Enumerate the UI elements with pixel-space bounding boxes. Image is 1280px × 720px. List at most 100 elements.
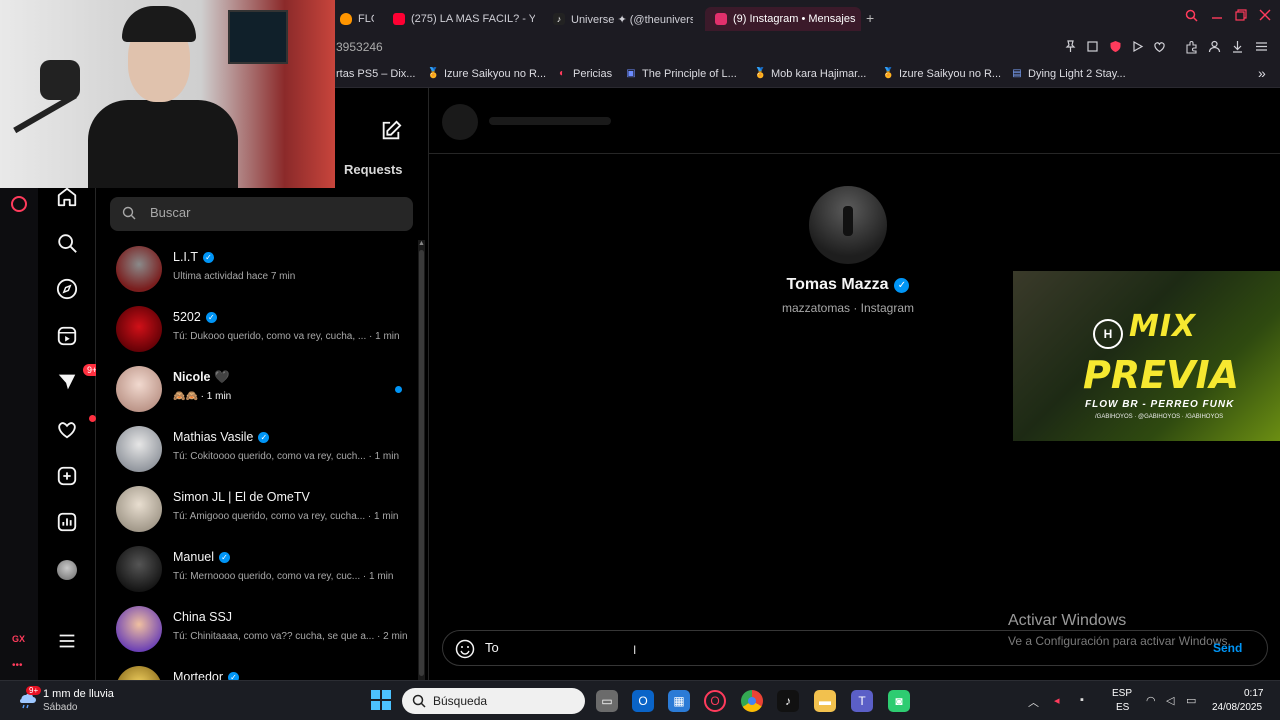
conversation-name: Simon JL | El de OmeTV bbox=[173, 490, 310, 504]
menu-icon[interactable] bbox=[1255, 40, 1268, 56]
conversation-item[interactable]: Simon JL | El de OmeTV Tú: Amigooo queri… bbox=[116, 478, 416, 538]
file-explorer-icon[interactable]: ▬ bbox=[814, 690, 836, 712]
send-button[interactable]: Send bbox=[1213, 641, 1242, 655]
messages-icon[interactable]: 9+ bbox=[55, 364, 102, 394]
taskbar-search-label: Búsqueda bbox=[433, 694, 488, 708]
bookmark-item[interactable]: ▣ The Principle of L... bbox=[625, 68, 737, 80]
search-input[interactable] bbox=[150, 205, 400, 220]
task-view-icon[interactable]: ▭ bbox=[596, 690, 618, 712]
unread-dot bbox=[395, 386, 402, 393]
conversation-item[interactable]: China SSJ Tú: Chinitaaaa, como va?? cuch… bbox=[116, 598, 416, 658]
browser-tab-youtube[interactable]: (275) LA MAS FACIL? - Yo bbox=[393, 8, 535, 30]
conversation-item[interactable]: Manuel ✓ Tú: Mernoooo querido, como va re… bbox=[116, 538, 416, 598]
download-icon[interactable] bbox=[1231, 40, 1244, 56]
clock-time[interactable]: 0:17 bbox=[1244, 688, 1263, 699]
clock-date[interactable]: 24/08/2025 bbox=[1212, 702, 1262, 713]
tiktok-app-icon[interactable]: ♪ bbox=[777, 690, 799, 712]
show-hidden-icons-chevron-icon[interactable]: ︿ bbox=[1028, 694, 1039, 710]
conversation-item[interactable]: Mathias Vasile ✓ Tú: Cokitoooo querido, c… bbox=[116, 418, 416, 478]
browser-tab-tiktok[interactable]: ♪ Universe ✦ (@theuniverse bbox=[553, 8, 693, 30]
tab-label: FLO bbox=[358, 13, 374, 25]
dashboard-icon[interactable] bbox=[55, 510, 79, 534]
close-icon[interactable] bbox=[1259, 9, 1271, 24]
notifications-heart-icon[interactable] bbox=[55, 415, 96, 441]
tab-label: (9) Instagram • Mensajes bbox=[733, 13, 856, 25]
volume-icon[interactable]: ◁ bbox=[1166, 694, 1174, 707]
conversation-name: Manuel bbox=[173, 550, 214, 564]
conversation-name: Nicole 🖤 bbox=[173, 370, 230, 384]
windows-start-icon[interactable] bbox=[371, 690, 391, 710]
weather-day: Sábado bbox=[43, 702, 78, 713]
gx-sidebar: GX ••• bbox=[0, 188, 38, 680]
reels-icon[interactable] bbox=[55, 324, 79, 348]
scroll-up-arrow-icon[interactable]: ▲ bbox=[418, 240, 425, 248]
tray-app-icon[interactable]: ▪ bbox=[1080, 694, 1084, 706]
pin-icon[interactable] bbox=[1064, 40, 1077, 56]
conversation-item[interactable]: 5202 ✓ Tú: Dukooo querido, como va rey, c… bbox=[116, 298, 416, 358]
bookmark-item[interactable]: ◐ Pericias bbox=[556, 68, 612, 80]
avatar bbox=[116, 426, 162, 472]
opera-gx-icon[interactable]: O bbox=[704, 690, 726, 712]
bookmark-item[interactable]: rtas PS5 – Dix... bbox=[336, 68, 415, 80]
search-icon[interactable] bbox=[55, 231, 79, 255]
bookmark-item[interactable]: 🏅 Izure Saikyou no R... bbox=[882, 68, 1001, 80]
keyboard-layout-label[interactable]: ES bbox=[1116, 702, 1129, 713]
compose-icon[interactable] bbox=[380, 120, 402, 142]
play-icon[interactable] bbox=[1131, 40, 1144, 56]
conversation-item[interactable]: Mortedor ✓ bbox=[116, 658, 416, 680]
header-avatar-placeholder bbox=[442, 104, 478, 140]
conversation-item[interactable]: Nicole 🖤 🙈🙈 · 1 min bbox=[116, 358, 416, 418]
taskbar-search[interactable]: Búsqueda bbox=[402, 688, 585, 714]
bookmark-item[interactable]: ▤ Dying Light 2 Stay... bbox=[1011, 68, 1125, 80]
profile-avatar[interactable] bbox=[57, 560, 77, 580]
gx-tray-icon[interactable]: ◂ bbox=[1054, 694, 1060, 707]
conversation-preview: Última actividad hace 7 min bbox=[173, 271, 296, 282]
hamburger-menu-icon[interactable] bbox=[55, 629, 79, 653]
profile-picture[interactable] bbox=[809, 186, 887, 264]
browser-tab-1[interactable]: FLO bbox=[340, 8, 374, 30]
chrome-icon[interactable] bbox=[741, 690, 763, 712]
snapshot-icon[interactable] bbox=[1086, 40, 1099, 56]
bookmark-item[interactable]: 🏅 Izure Saikyou no R... bbox=[427, 68, 546, 80]
requests-link[interactable]: Requests bbox=[344, 162, 403, 177]
shield-icon[interactable] bbox=[1109, 40, 1122, 56]
scrollbar-thumb[interactable] bbox=[419, 250, 424, 676]
activate-windows-title: Activar Windows bbox=[1008, 612, 1127, 629]
new-tab-button[interactable]: + bbox=[866, 10, 874, 26]
more-icon[interactable]: ••• bbox=[12, 660, 23, 671]
browser-tab-instagram[interactable]: (9) Instagram • Mensajes bbox=[705, 7, 861, 31]
history-icon[interactable] bbox=[11, 196, 27, 212]
conversation-list: L.I.T ✓ Última actividad hace 7 min 5202 ✓… bbox=[96, 238, 418, 680]
gx-control-label[interactable]: GX bbox=[12, 634, 25, 644]
minimize-icon[interactable] bbox=[1211, 9, 1223, 24]
android-app-icon[interactable]: ◙ bbox=[888, 690, 910, 712]
url-text[interactable]: 3953246 bbox=[336, 40, 383, 54]
restore-icon[interactable] bbox=[1235, 9, 1247, 24]
weather-text[interactable]: 1 mm de lluvia bbox=[43, 688, 114, 700]
more-bookmarks-button[interactable]: » bbox=[1258, 65, 1266, 81]
outlook-icon[interactable]: O bbox=[632, 690, 654, 712]
battery-icon[interactable]: ▭ bbox=[1186, 694, 1196, 707]
inbox-search[interactable] bbox=[110, 197, 413, 231]
avatar bbox=[116, 246, 162, 292]
search-tabs-icon[interactable] bbox=[1185, 9, 1198, 25]
teams-icon[interactable]: T bbox=[851, 690, 873, 712]
wifi-icon[interactable]: ◠ bbox=[1146, 694, 1156, 707]
create-icon[interactable] bbox=[55, 464, 79, 488]
message-input[interactable] bbox=[485, 640, 1165, 655]
layers-icon: ▤ bbox=[1012, 68, 1022, 79]
heart-icon[interactable] bbox=[1153, 40, 1166, 56]
bookmark-item[interactable]: 🏅 Mob kara Hajimar... bbox=[754, 68, 866, 80]
avatar bbox=[116, 546, 162, 592]
extensions-icon[interactable] bbox=[1185, 40, 1199, 57]
store-icon[interactable]: ▦ bbox=[668, 690, 690, 712]
home-icon[interactable] bbox=[55, 185, 79, 209]
account-icon[interactable] bbox=[1208, 40, 1221, 56]
conversation-item[interactable]: L.I.T ✓ Última actividad hace 7 min bbox=[116, 238, 416, 298]
language-label[interactable]: ESP bbox=[1112, 688, 1132, 699]
message-composer[interactable]: Send bbox=[442, 630, 1268, 666]
explore-icon[interactable] bbox=[55, 277, 79, 301]
profile-name-text: Tomas Mazza bbox=[786, 276, 889, 293]
emoji-icon[interactable] bbox=[455, 639, 475, 659]
instagram-icon bbox=[715, 13, 727, 25]
